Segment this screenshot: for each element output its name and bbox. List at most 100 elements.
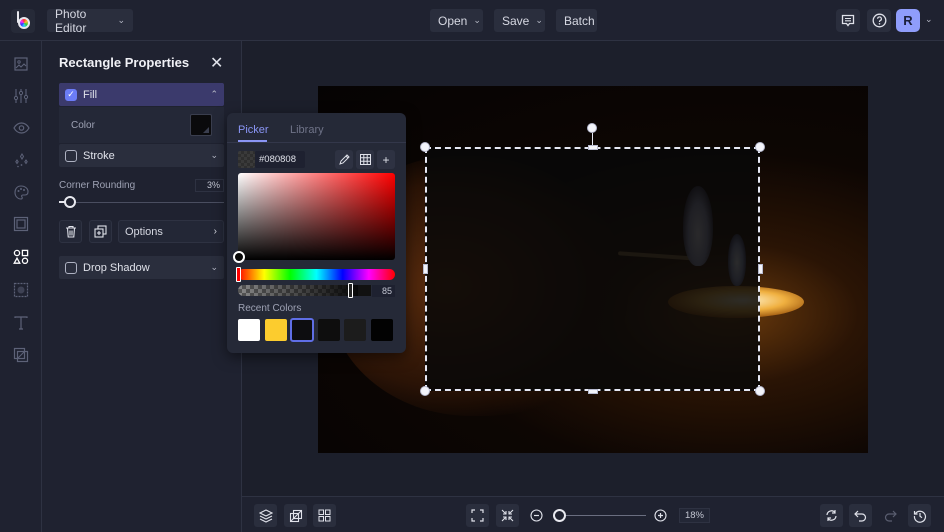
logo-color-wheel <box>18 17 30 29</box>
rectangle-shape[interactable] <box>425 147 760 391</box>
saturation-value-handle[interactable] <box>233 251 245 263</box>
duplicate-button[interactable] <box>89 220 112 243</box>
recent-color-swatch[interactable] <box>317 319 340 341</box>
app-logo[interactable] <box>11 9 35 33</box>
hue-slider-handle[interactable] <box>236 267 241 282</box>
fill-section-header[interactable]: ✓ Fill ⌃ <box>59 83 224 106</box>
stroke-label: Stroke <box>83 149 115 162</box>
recent-color-swatch[interactable] <box>290 318 314 342</box>
recent-color-swatch[interactable] <box>238 319 260 341</box>
resize-handle-top-right[interactable] <box>755 142 765 152</box>
saturation-value-area[interactable] <box>238 173 395 260</box>
fit-to-screen-button[interactable] <box>466 504 489 527</box>
save-button[interactable]: Save ⌄ <box>494 9 545 32</box>
corner-rounding-slider-handle[interactable] <box>64 196 76 208</box>
chevron-down-icon: ⌄ <box>210 262 218 272</box>
grid-view-button[interactable] <box>313 504 336 527</box>
rail-item-adjust[interactable] <box>11 86 31 106</box>
recent-color-swatch[interactable] <box>264 319 287 341</box>
open-button[interactable]: Open ⌄ <box>430 9 483 32</box>
resize-handle-top[interactable] <box>588 145 598 150</box>
zoom-in-icon <box>654 509 667 522</box>
help-button[interactable] <box>867 9 891 32</box>
drop-shadow-section-header[interactable]: Drop Shadow ⌄ <box>59 256 224 279</box>
hex-input[interactable]: #080808 <box>255 151 305 168</box>
eyedropper-button[interactable] <box>335 150 353 169</box>
duplicate-icon <box>94 225 107 238</box>
redo-button[interactable] <box>879 504 902 527</box>
eye-icon <box>12 122 30 134</box>
rotate-handle[interactable] <box>587 123 597 133</box>
rail-item-textures[interactable] <box>11 280 31 300</box>
delete-button[interactable] <box>59 220 82 243</box>
color-picker-popover: Picker Library #080808 + 85 Recent Color… <box>227 113 406 353</box>
stroke-checkbox[interactable] <box>65 149 77 162</box>
stroke-section-header[interactable]: Stroke ⌄ <box>59 144 224 167</box>
image-icon <box>14 57 28 71</box>
hue-slider[interactable] <box>238 269 395 280</box>
corner-rounding-slider-track[interactable] <box>65 202 224 203</box>
undo-icon <box>854 510 867 522</box>
fill-color-row: Color <box>59 107 224 143</box>
batch-button[interactable]: Batch <box>556 9 597 32</box>
opacity-value-input[interactable]: 85 <box>372 285 395 297</box>
tab-library[interactable]: Library <box>290 124 324 136</box>
layers-button[interactable] <box>254 504 277 527</box>
undo-button[interactable] <box>849 504 872 527</box>
resize-handle-top-left[interactable] <box>420 142 430 152</box>
crop-canvas-button[interactable] <box>284 504 307 527</box>
text-icon <box>14 316 28 330</box>
chevron-down-icon: ⌄ <box>473 15 481 25</box>
rail-item-artsy[interactable] <box>11 182 31 202</box>
account-chevron-down-icon[interactable]: ⌄ <box>925 14 933 25</box>
zoom-out-button[interactable] <box>525 504 548 527</box>
rail-item-frames[interactable] <box>11 214 31 234</box>
rail-item-image[interactable] <box>11 54 31 74</box>
actual-size-button[interactable] <box>496 504 519 527</box>
rail-item-effects[interactable] <box>11 118 31 138</box>
frame-icon <box>13 216 29 232</box>
recent-color-swatch[interactable] <box>370 319 393 341</box>
plus-icon: + <box>382 152 390 167</box>
tool-rail <box>0 41 42 532</box>
swatch-grid-button[interactable] <box>356 150 374 169</box>
zoom-slider-handle[interactable] <box>553 509 566 522</box>
resize-handle-left[interactable] <box>423 264 428 274</box>
sparkle-icon <box>14 152 28 167</box>
fill-label: Fill <box>83 88 98 101</box>
resize-handle-bottom-right[interactable] <box>755 386 765 396</box>
grid-view-icon <box>318 509 331 522</box>
rail-item-text[interactable] <box>11 313 31 333</box>
add-color-button[interactable]: + <box>377 150 395 169</box>
resize-handle-right[interactable] <box>758 264 763 274</box>
opacity-preview <box>358 285 371 296</box>
resize-handle-bottom[interactable] <box>588 389 598 394</box>
help-icon <box>872 13 886 28</box>
opacity-slider-handle[interactable] <box>348 283 353 298</box>
current-color-swatch <box>238 151 255 168</box>
tab-picker[interactable]: Picker <box>238 124 269 136</box>
user-avatar[interactable]: R <box>896 9 920 32</box>
history-button[interactable] <box>908 504 931 527</box>
rail-item-touch-up[interactable] <box>11 150 31 170</box>
zoom-in-button[interactable] <box>649 504 672 527</box>
fill-color-swatch[interactable] <box>190 114 212 136</box>
zoom-slider-track[interactable] <box>560 515 646 516</box>
opacity-slider[interactable] <box>238 285 358 296</box>
fill-checkbox[interactable]: ✓ <box>65 88 77 101</box>
zoom-level-input[interactable]: 18% <box>679 508 710 523</box>
rail-item-graphics[interactable] <box>11 247 31 267</box>
close-icon[interactable]: ✕ <box>210 53 223 73</box>
comments-button[interactable] <box>836 9 860 32</box>
app-menu-button[interactable]: Photo Editor ⌄ <box>47 6 133 35</box>
drop-shadow-checkbox[interactable] <box>65 261 77 274</box>
grid-icon <box>359 154 371 165</box>
corner-rounding-value[interactable]: 3% <box>195 179 224 192</box>
resize-handle-bottom-left[interactable] <box>420 386 430 396</box>
rail-item-overlays[interactable] <box>11 345 31 365</box>
recent-color-swatch[interactable] <box>344 319 366 341</box>
app-menu-label: Photo Editor <box>55 6 87 35</box>
reset-button[interactable] <box>820 504 843 527</box>
layers-icon <box>258 508 273 523</box>
options-button[interactable]: Options › <box>118 220 224 243</box>
